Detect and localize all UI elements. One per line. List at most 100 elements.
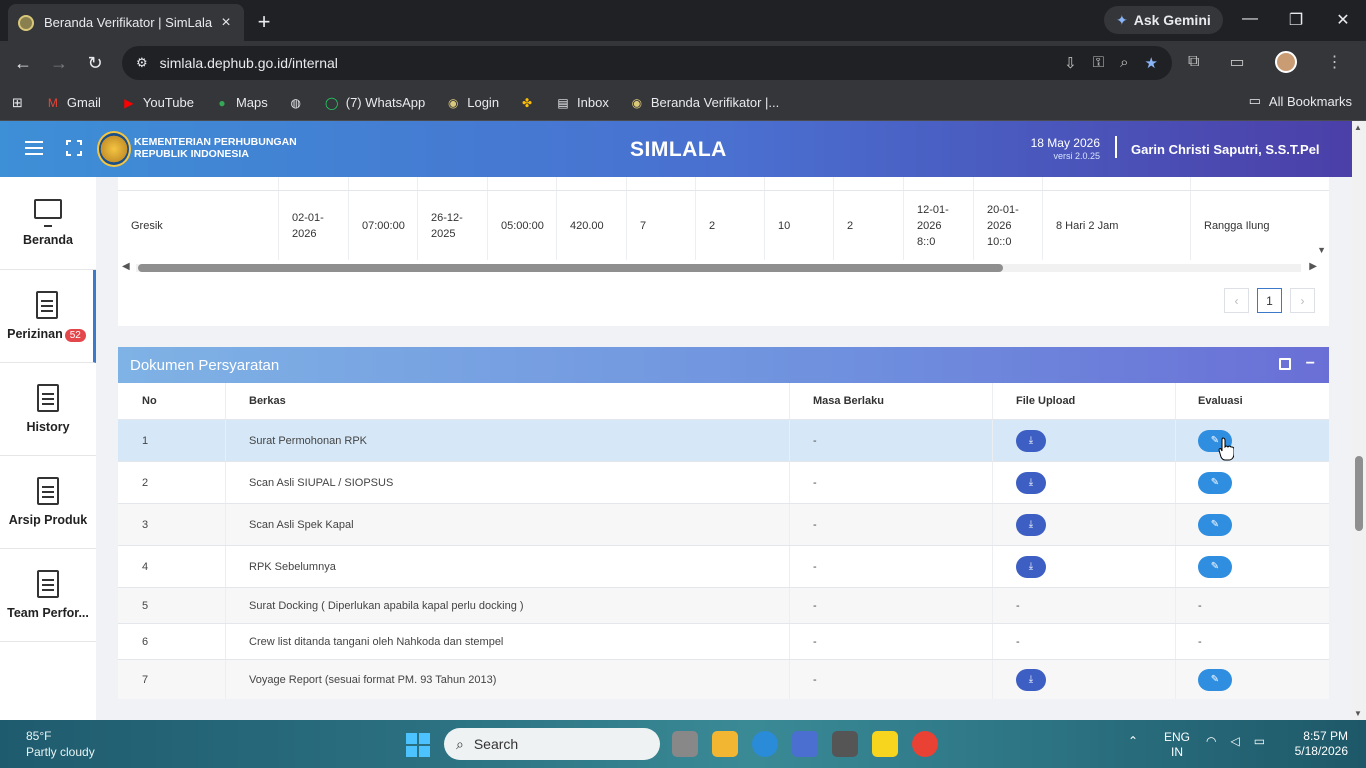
page-vertical-scrollbar[interactable]: ▲ ▼ <box>1352 121 1366 720</box>
bookmark-globe[interactable]: ◍ <box>288 95 304 111</box>
sidebar-item-label: History <box>26 420 70 434</box>
pagination-prev[interactable]: ‹ <box>1224 288 1249 313</box>
minimize-icon[interactable]: — <box>1240 10 1260 28</box>
bookmark-maps[interactable]: ● Maps <box>214 95 267 111</box>
eval-cell: ✎ <box>1175 660 1329 699</box>
sidebar-item-label: Team Perfor... <box>7 606 89 620</box>
pagination-page[interactable]: 1 <box>1257 288 1282 313</box>
edit-evaluation-button[interactable]: ✎ <box>1198 513 1232 536</box>
sidebar-item-history[interactable]: History <box>0 363 96 456</box>
scroll-up-icon[interactable]: ▲ <box>1354 123 1362 132</box>
sidebar-item-perizinan[interactable]: Perizinan 52 <box>0 270 96 363</box>
edit-evaluation-button[interactable]: ✎ <box>1198 668 1232 691</box>
weather-widget[interactable]: 85°F Partly cloudy <box>26 728 95 760</box>
expand-icon[interactable] <box>1279 358 1291 370</box>
sidebar-item-team-performance[interactable]: Team Perfor... <box>0 549 96 642</box>
tab-search-icon[interactable]: ▭ <box>1229 52 1244 72</box>
edit-evaluation-button[interactable]: ✎ <box>1198 471 1232 494</box>
reload-icon[interactable]: ↻ <box>85 53 105 74</box>
page-scroll-thumb[interactable] <box>1355 456 1363 531</box>
sticky-notes-icon[interactable] <box>872 731 898 757</box>
site-icon: ◉ <box>631 95 643 110</box>
chrome-icon[interactable] <box>912 731 938 757</box>
collapse-icon[interactable]: − <box>1306 355 1315 373</box>
row-number: 4 <box>142 560 149 573</box>
fullscreen-icon[interactable] <box>66 140 82 156</box>
install-app-icon[interactable]: ⇩ <box>1064 54 1077 72</box>
address-bar[interactable]: ⚙ simlala.dephub.go.id/internal ⇩ ⚿ ⌕ ★ <box>122 46 1172 80</box>
volume-icon[interactable]: ◁ <box>1230 734 1239 748</box>
browser-tab[interactable]: Beranda Verifikator | SimLala × <box>8 4 244 41</box>
sidebar-item-arsip-produk[interactable]: Arsip Produk <box>0 456 96 549</box>
new-tab-button[interactable]: + <box>254 9 274 35</box>
sidebar-item-beranda[interactable]: Beranda <box>0 177 96 270</box>
column-header-no: No <box>142 395 157 407</box>
battery-icon[interactable]: ▭ <box>1254 734 1265 748</box>
wifi-icon[interactable]: ◠ <box>1206 734 1216 748</box>
download-button[interactable]: ⤓ <box>1016 555 1046 578</box>
maximize-icon[interactable]: ❐ <box>1286 10 1306 30</box>
scroll-left-icon[interactable]: ◀ <box>122 261 130 272</box>
scroll-thumb[interactable] <box>138 264 1003 272</box>
ask-gemini-button[interactable]: ✦ Ask Gemini <box>1104 6 1223 34</box>
windows-start-icon[interactable] <box>406 733 430 757</box>
edit-evaluation-button[interactable]: ✎ <box>1198 555 1232 578</box>
download-button[interactable]: ⤓ <box>1016 471 1046 494</box>
bookmark-beranda[interactable]: ◉ Beranda Verifikator |... <box>629 95 780 111</box>
tab-close-icon[interactable]: × <box>218 14 234 32</box>
bookmark-gmail[interactable]: M Gmail <box>45 95 101 111</box>
download-button[interactable]: ⤓ <box>1016 668 1046 691</box>
bookmark-login[interactable]: ◉ Login <box>445 95 499 111</box>
copilot-icon[interactable] <box>792 731 818 757</box>
table-horizontal-scrollbar[interactable]: ◀ ▶ <box>122 260 1317 276</box>
sidebar-item-label: Beranda <box>22 233 74 247</box>
tray-chevron-icon[interactable]: ⌃ <box>1128 734 1138 748</box>
validity-value: - <box>789 624 992 659</box>
edge-icon[interactable] <box>752 731 778 757</box>
password-key-icon[interactable]: ⚿ <box>1093 54 1104 72</box>
taskbar-search[interactable]: ⌕ Search <box>444 728 660 760</box>
camera-icon[interactable] <box>832 731 858 757</box>
scroll-down-icon[interactable]: ▼ <box>1354 709 1362 718</box>
validity-value: - <box>789 588 992 623</box>
schedule-card: Gresik 02-01- 2026 07:00:00 26-12- 2025 … <box>118 177 1329 326</box>
bookmark-star-icon[interactable]: ★ <box>1145 54 1158 72</box>
validity-value: - <box>789 504 992 545</box>
bookmark-pinwheel[interactable]: ✤ <box>519 95 535 111</box>
document-name: RPK Sebelumnya <box>225 546 789 587</box>
bookmark-whatsapp[interactable]: ◯ (7) WhatsApp <box>324 95 425 111</box>
validity-value: - <box>789 660 992 699</box>
table-scroll-down-icon[interactable]: ▼ <box>1317 245 1326 255</box>
hamburger-menu-icon[interactable] <box>25 141 43 155</box>
back-icon[interactable]: ← <box>13 53 33 74</box>
close-window-icon[interactable]: ✕ <box>1333 10 1353 30</box>
all-bookmarks-button[interactable]: ▭ All Bookmarks <box>1249 93 1352 109</box>
ministry-logo <box>97 131 131 167</box>
bookmark-youtube[interactable]: ▶ YouTube <box>121 95 194 111</box>
file-cell: ⤓ <box>992 660 1175 699</box>
profile-avatar[interactable] <box>1274 51 1297 73</box>
download-button[interactable]: ⤓ <box>1016 513 1046 536</box>
user-name[interactable]: Garin Christi Saputri, S.S.T.Pel <box>1131 142 1320 157</box>
extensions-icon[interactable]: ⧉ <box>1188 53 1199 71</box>
header-divider <box>1115 136 1117 158</box>
bookmark-inbox[interactable]: ▤ Inbox <box>555 95 608 111</box>
column-header-masa-berlaku: Masa Berlaku <box>789 383 992 419</box>
table-cell: 26-12- 2025 <box>417 191 487 260</box>
validity-value: - <box>789 546 992 587</box>
menu-kebab-icon[interactable]: ⋮ <box>1327 52 1343 72</box>
scroll-right-icon[interactable]: ▶ <box>1309 261 1317 272</box>
file-explorer-icon[interactable] <box>712 731 738 757</box>
document-name: Voyage Report (sesuai format PM. 93 Tahu… <box>225 660 789 699</box>
download-button[interactable]: ⤓ <box>1016 429 1046 452</box>
system-clock[interactable]: 8:57 PM 5/18/2026 <box>1295 729 1348 759</box>
table-cell: 7 <box>626 191 695 260</box>
zoom-icon[interactable]: ⌕ <box>1120 54 1128 72</box>
site-info-icon[interactable]: ⚙ <box>136 55 148 71</box>
task-view-icon[interactable] <box>672 731 698 757</box>
pagination-next[interactable]: › <box>1290 288 1315 313</box>
row-number: 1 <box>142 434 149 447</box>
apps-grid-icon[interactable]: ⊞ <box>12 95 23 111</box>
forward-icon[interactable]: → <box>49 53 69 74</box>
language-indicator[interactable]: ENG IN <box>1164 730 1190 760</box>
